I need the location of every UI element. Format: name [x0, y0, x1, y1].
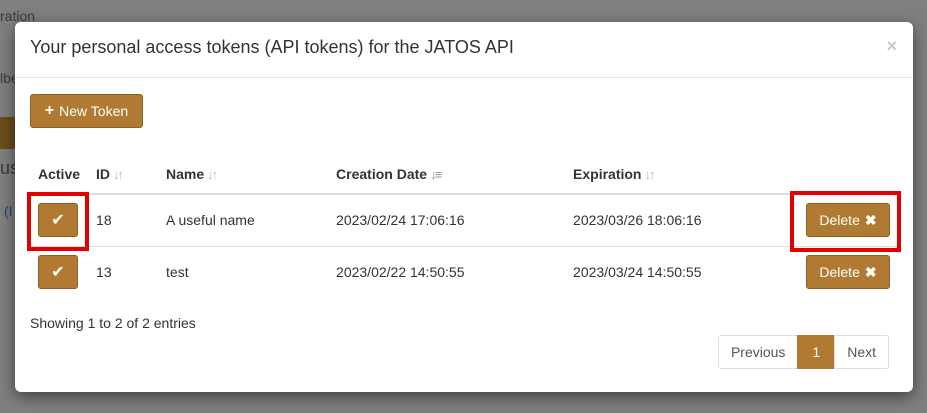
delete-label: Delete — [819, 212, 860, 229]
delete-button[interactable]: Delete ✖ — [806, 255, 890, 290]
modal-title: Your personal access tokens (API tokens)… — [30, 37, 514, 57]
token-expiration: 2023/03/26 18:06:16 — [573, 212, 702, 229]
active-toggle-button[interactable]: ✔ — [38, 203, 78, 238]
check-icon: ✔ — [51, 264, 65, 282]
column-header-actions — [795, 154, 898, 195]
delete-x-icon: ✖ — [864, 263, 877, 280]
token-creation-date: 2023/02/22 14:50:55 — [328, 245, 566, 298]
table-row: ✔ 13 test 2023/02/22 14:50:55 2023/03/24… — [30, 245, 898, 298]
modal-header: Your personal access tokens (API tokens)… — [15, 22, 913, 78]
token-id: 13 — [88, 245, 159, 298]
background-button — [0, 117, 16, 149]
new-token-label: New Token — [59, 103, 129, 119]
sort-icon: ↓↑ — [207, 166, 218, 182]
table-info: Showing 1 to 2 of 2 entries — [30, 315, 196, 331]
page-1-button[interactable]: 1 — [797, 335, 836, 369]
table-header-row: Active ID ↓↑ Name ↓↑ Creation Date ↓≡ Expir… — [30, 154, 898, 195]
token-expiration: 2023/03/24 14:50:55 — [565, 245, 796, 298]
active-toggle-button[interactable]: ✔ — [38, 255, 78, 290]
delete-button[interactable]: Delete ✖ — [806, 203, 890, 238]
background-link: (I — [4, 203, 13, 219]
sort-icon: ↓↑ — [644, 166, 656, 182]
check-icon: ✔ — [51, 212, 65, 230]
column-header-active: Active — [30, 154, 89, 195]
previous-page-button[interactable]: Previous — [717, 335, 799, 369]
sort-desc-icon: ↓≡ — [430, 166, 442, 182]
api-tokens-modal: Your personal access tokens (API tokens)… — [15, 22, 913, 392]
next-page-button[interactable]: Next — [834, 335, 889, 369]
sort-icon: ↓↑ — [113, 166, 124, 182]
tokens-table: Active ID ↓↑ Name ↓↑ Creation Date ↓≡ Expir… — [30, 154, 898, 298]
delete-label: Delete — [819, 264, 860, 281]
new-token-button[interactable]: + New Token — [30, 94, 143, 128]
token-name: A useful name — [166, 212, 255, 229]
token-id: 18 — [96, 212, 112, 229]
pagination: Previous 1 Next — [717, 335, 889, 369]
close-icon[interactable]: × — [886, 36, 897, 57]
table-row: ✔ 18 A useful name 2023/02/24 17:06:16 2… — [30, 194, 898, 246]
plus-icon: + — [44, 102, 55, 119]
token-name: test — [158, 245, 329, 298]
column-header-creation-date[interactable]: Creation Date ↓≡ — [328, 154, 566, 195]
column-header-expiration[interactable]: Expiration ↓↑ — [565, 154, 796, 195]
delete-x-icon: ✖ — [864, 211, 877, 228]
column-header-id[interactable]: ID ↓↑ — [88, 154, 159, 195]
token-creation-date: 2023/02/24 17:06:16 — [336, 212, 465, 229]
column-header-name[interactable]: Name ↓↑ — [158, 154, 329, 195]
